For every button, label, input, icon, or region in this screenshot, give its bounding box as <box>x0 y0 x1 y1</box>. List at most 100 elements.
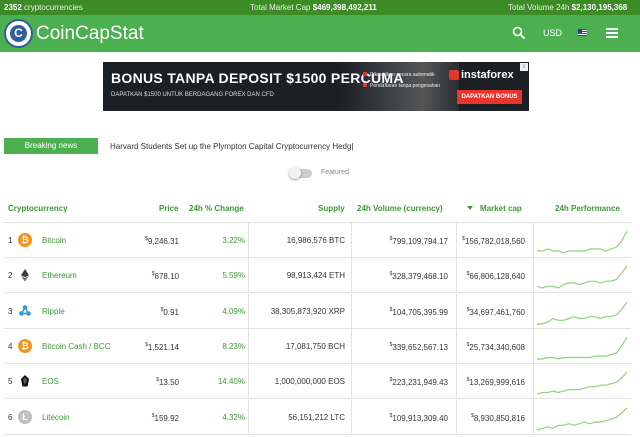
col-header-price[interactable]: Price <box>159 204 179 213</box>
supply-cell: 98,913,424 ETH <box>286 271 345 281</box>
column-divider <box>533 328 534 364</box>
market-cap-cell: $34,697,461,760 <box>466 306 525 317</box>
rank-cell: 6 <box>8 412 13 422</box>
coin-name-link[interactable]: Bitcoin <box>42 236 66 245</box>
coin-name-link[interactable]: Litecoin <box>42 413 70 422</box>
ad-bullet: Pendaftaran tanpa pengesahan <box>363 83 440 89</box>
column-divider <box>248 328 249 364</box>
supply-cell: 1,000,000,000 EOS <box>274 377 345 387</box>
featured-toggle[interactable] <box>289 167 312 179</box>
column-divider <box>351 364 352 400</box>
hamburger-menu-icon[interactable] <box>606 28 618 38</box>
column-divider <box>248 293 249 329</box>
ad-banner[interactable]: BONUS TANPA DEPOSIT $1500 PERCUMA DAPATK… <box>103 62 529 111</box>
sparkline-path <box>537 265 627 289</box>
price-cell: $13.50 <box>156 377 179 388</box>
sparkline-path <box>537 301 627 325</box>
column-divider <box>248 399 249 435</box>
logo-icon[interactable]: C <box>4 19 33 48</box>
table-row[interactable]: 3 Ripple $0.91 4.09% 38,305,873,920 XRP … <box>4 293 631 329</box>
ltc-coin-icon: Ł <box>18 409 32 424</box>
search-icon[interactable] <box>512 26 526 40</box>
total-market-cap: Total Market Cap $469,398,492,211 <box>250 3 377 12</box>
volume-cell: $799,109,794.17 <box>389 236 448 246</box>
news-ticker[interactable]: Harvard Students Set up the Plympton Cap… <box>110 142 354 151</box>
col-header-volume[interactable]: 24h Volume (currency) <box>357 204 443 213</box>
col-header-performance[interactable]: 24h Performance <box>555 204 620 213</box>
column-divider <box>351 293 352 329</box>
ad-subline: DAPATKAN $1500 UNTUK BERDAGANG FOREX DAN… <box>111 92 274 98</box>
volume-cell: $328,379,468.10 <box>389 271 448 282</box>
ad-brand: instaforex <box>461 69 514 81</box>
column-divider <box>456 223 457 258</box>
bch-coin-icon: ₿ <box>18 338 32 353</box>
supply-cell: 17,081,750 BCH <box>285 341 345 351</box>
table-row[interactable]: 5 EOS $13.50 14.40% 1,000,000,000 EOS $2… <box>4 364 631 400</box>
volume-cell: $339,652,567.13 <box>389 341 448 352</box>
col-header-cryptocurrency[interactable]: Cryptocurrency <box>8 204 68 213</box>
xrp-coin-icon <box>18 304 32 318</box>
column-divider <box>456 328 457 364</box>
market-cap-cell: $8,930,850,816 <box>471 412 525 423</box>
us-flag-icon[interactable] <box>578 29 587 36</box>
column-divider <box>456 399 457 435</box>
volume-cell: $223,231,949.43 <box>389 377 448 388</box>
column-divider <box>351 399 352 435</box>
ad-close-icon[interactable]: x <box>520 63 528 71</box>
brand-name[interactable]: CoinCapStat <box>36 23 144 45</box>
price-cell: $0.91 <box>160 306 179 317</box>
sort-desc-icon[interactable] <box>467 206 473 210</box>
rank-cell: 4 <box>8 341 13 351</box>
coin-name-link[interactable]: Ripple <box>42 307 65 316</box>
breaking-news-button[interactable]: Breaking news <box>4 138 98 154</box>
market-cap-cell: $156,782,018,560 <box>462 236 525 246</box>
supply-cell: 56,151,212 LTC <box>288 412 345 422</box>
sparkline-path <box>537 371 627 395</box>
column-divider <box>248 258 249 294</box>
table-row[interactable]: 4 ₿ Bitcoin Cash / BCC $1,521.14 8.23% 1… <box>4 328 631 364</box>
coin-name-link[interactable]: Ethereum <box>42 271 77 280</box>
coin-name-link[interactable]: Bitcoin Cash / BCC <box>42 342 110 351</box>
column-divider <box>248 223 249 258</box>
featured-label: Featured <box>321 169 350 176</box>
market-cap-cell: $66,806,128,640 <box>466 271 525 282</box>
performance-sparkline <box>537 336 627 360</box>
sparkline-path <box>537 336 627 360</box>
rank-cell: 3 <box>8 306 13 316</box>
column-divider <box>533 399 534 435</box>
rank-cell: 2 <box>8 271 13 281</box>
column-divider <box>456 364 457 400</box>
volume-cell: $104,705,395.99 <box>389 306 448 317</box>
performance-sparkline <box>537 371 627 395</box>
supply-cell: 38,305,873,920 XRP <box>270 306 345 316</box>
column-divider <box>533 293 534 329</box>
change-cell: 5.59% <box>222 271 245 281</box>
table-row[interactable]: 1 ₿ Bitcoin $9,246.31 3.22% 16,986,576 B… <box>4 223 631 258</box>
col-header-supply[interactable]: Supply <box>318 204 345 213</box>
ad-cta-button[interactable]: DAPATKAN BONUS <box>457 90 522 104</box>
change-cell: 8.23% <box>222 341 245 351</box>
table-row[interactable]: 2 Ethereum $678.10 5.59% 98,913,424 ETH … <box>4 258 631 294</box>
supply-cell: 16,986,576 BTC <box>286 236 345 245</box>
sparkline-path <box>537 407 627 431</box>
crypto-count: 2352 cryptocurrencies <box>4 3 83 12</box>
instaforex-logo-icon <box>449 70 459 80</box>
column-divider <box>456 258 457 294</box>
change-cell: 4.32% <box>222 412 245 422</box>
column-divider <box>533 364 534 400</box>
col-header-change[interactable]: 24h % Change <box>189 204 244 213</box>
coin-name-link[interactable]: EOS <box>42 377 59 386</box>
column-divider <box>456 293 457 329</box>
performance-sparkline <box>537 301 627 325</box>
change-cell: 3.22% <box>222 236 245 245</box>
currency-selector[interactable]: USD <box>543 28 562 38</box>
navbar: C CoinCapStat USD <box>0 15 640 52</box>
column-divider <box>533 258 534 294</box>
market-cap-cell: $13,269,999,616 <box>466 377 525 388</box>
eth-coin-icon <box>18 268 32 282</box>
change-cell: 14.40% <box>217 377 245 387</box>
column-divider <box>351 328 352 364</box>
sparkline-path <box>537 230 627 254</box>
table-row[interactable]: 6 Ł Litecoin $159.92 4.32% 56,151,212 LT… <box>4 399 631 435</box>
col-header-market-cap[interactable]: Market cap <box>480 204 522 213</box>
